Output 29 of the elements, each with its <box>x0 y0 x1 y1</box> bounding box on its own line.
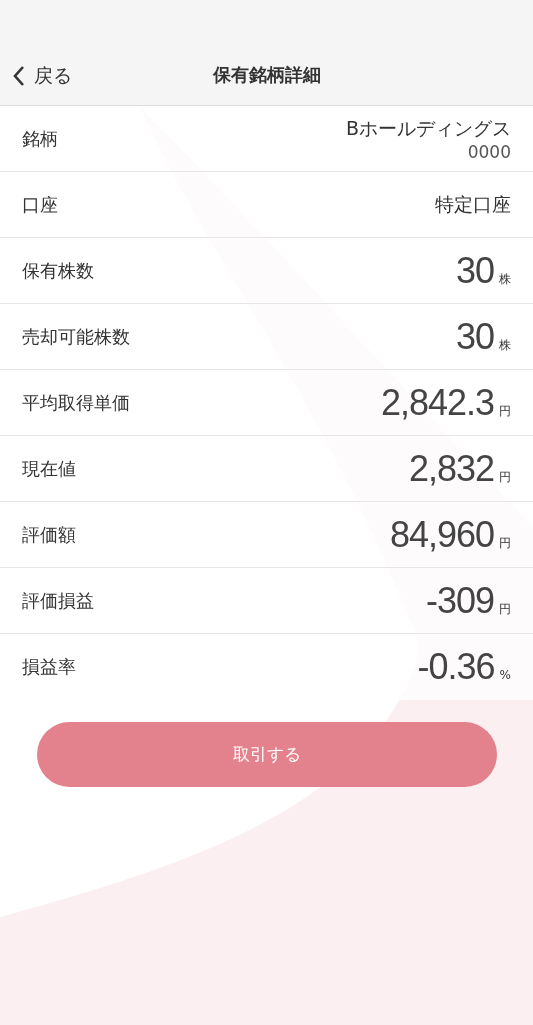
unit-label: % <box>499 668 511 682</box>
row-label: 売却可能株数 <box>22 324 130 349</box>
row-label: 保有株数 <box>22 258 94 283</box>
row-label: 損益率 <box>22 655 76 679</box>
chevron-left-icon <box>12 65 26 87</box>
row-value: 2,842.3 <box>380 381 494 424</box>
unit-label: 円 <box>499 600 511 618</box>
row-label: 現在値 <box>22 456 76 481</box>
row-value: -0.36 <box>417 646 495 688</box>
row-value: Bホールディングス <box>345 115 511 141</box>
row-label: 銘柄 <box>22 126 58 151</box>
row-label: 平均取得単価 <box>22 390 130 415</box>
unit-label: 株 <box>499 270 511 288</box>
row-value: 特定口座 <box>435 191 511 217</box>
row-label: 口座 <box>22 192 58 217</box>
row-value: 30 <box>455 249 494 292</box>
unit-label: 株 <box>499 336 511 354</box>
row-value: 30 <box>455 315 494 358</box>
row-value: -309 <box>425 579 494 622</box>
row-label: 評価額 <box>22 522 76 547</box>
back-button[interactable]: 戻る <box>0 61 72 91</box>
unit-label: 円 <box>499 534 511 552</box>
row-value: 84,960 <box>389 513 494 556</box>
stock-code: 0000 <box>467 141 511 162</box>
unit-label: 円 <box>499 468 511 486</box>
row-label: 評価損益 <box>22 588 94 613</box>
unit-label: 円 <box>499 402 511 420</box>
row-value: 2,832 <box>408 447 494 490</box>
page-title: 保有銘柄詳細 <box>211 63 322 87</box>
